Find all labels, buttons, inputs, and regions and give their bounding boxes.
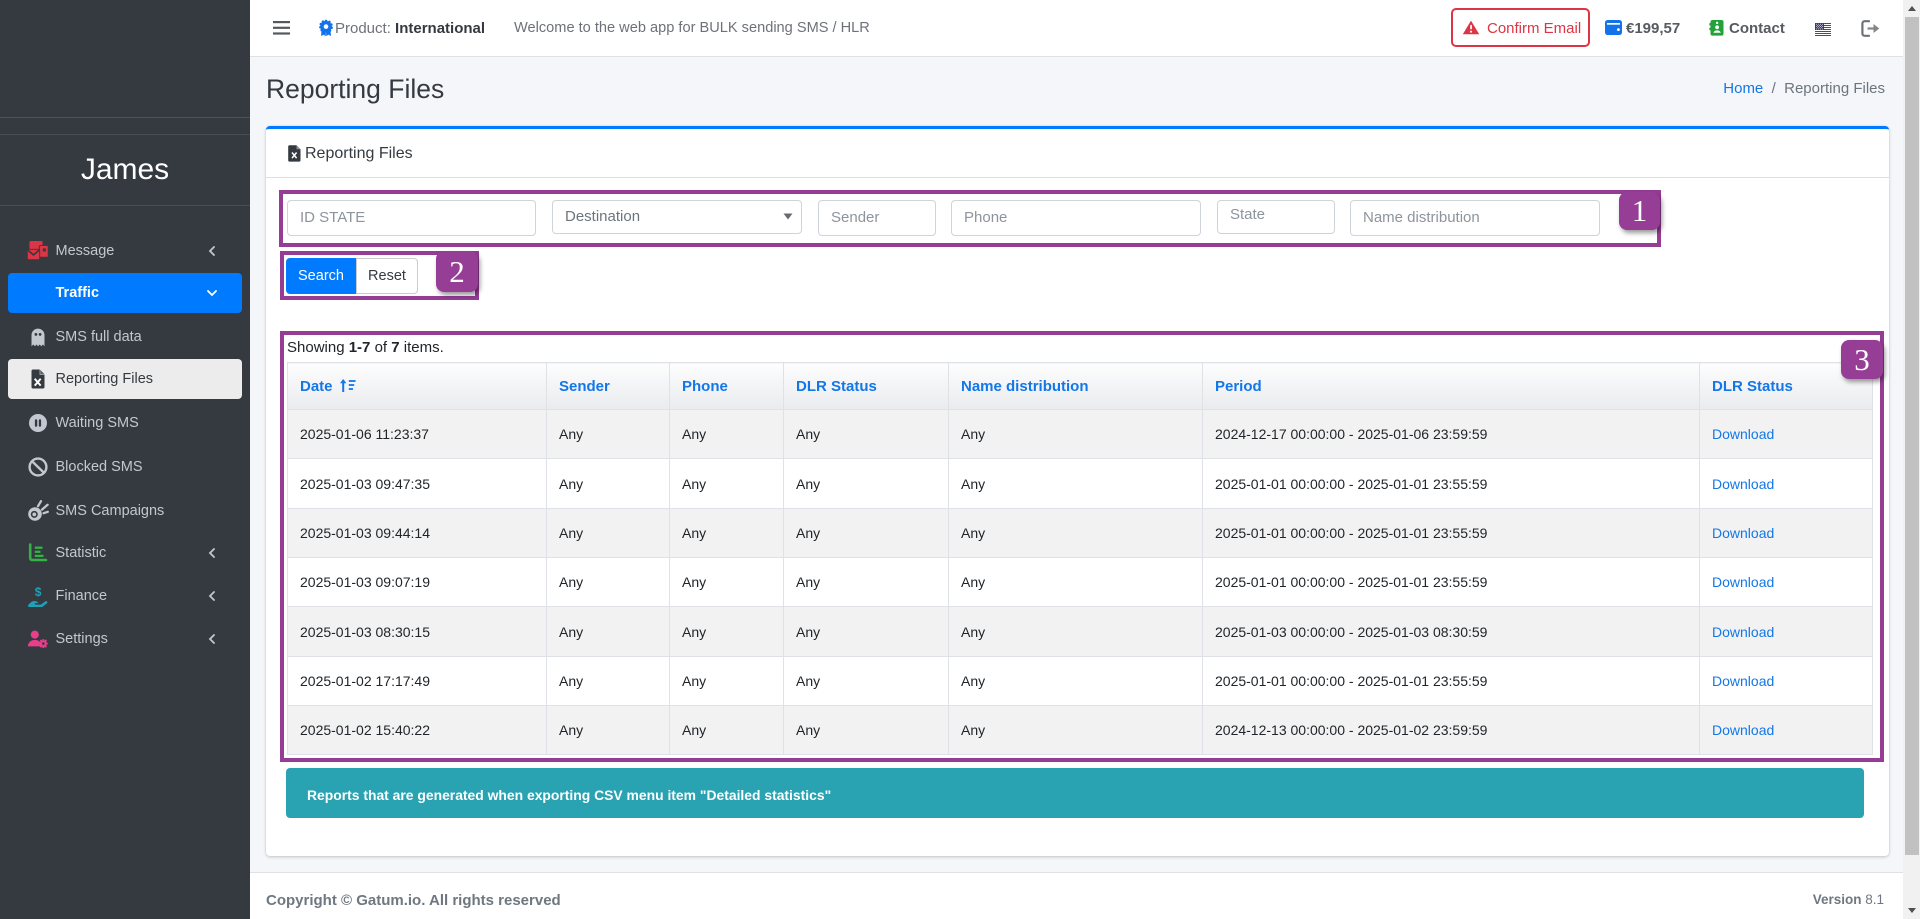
svg-text:$: $ [35,585,42,599]
